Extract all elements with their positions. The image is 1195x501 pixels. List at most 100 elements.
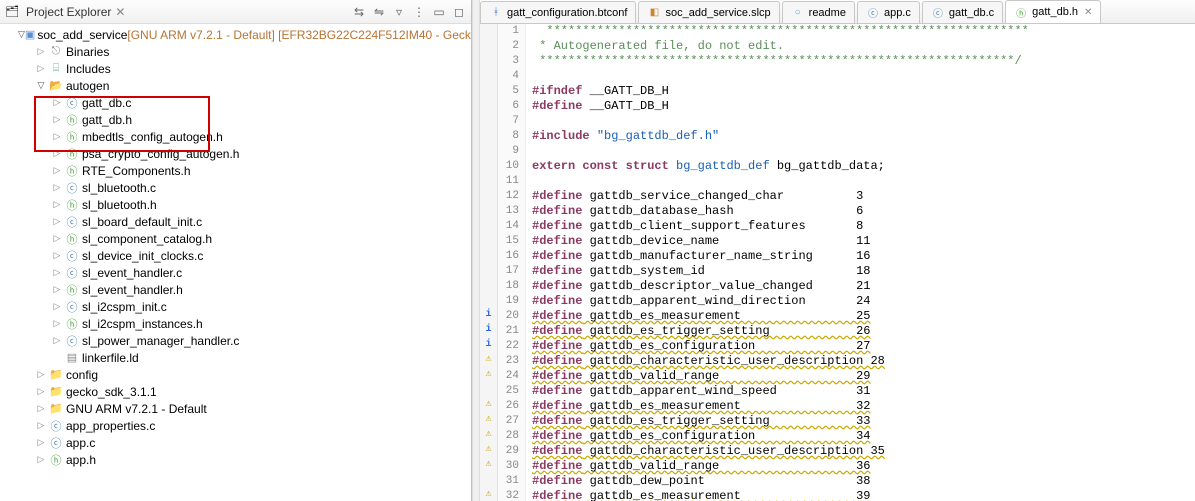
code-line[interactable]: #define gattdb_dew_point 38 — [532, 474, 1195, 489]
expand-arrow-icon[interactable] — [50, 164, 64, 178]
expand-arrow-icon[interactable] — [50, 215, 64, 229]
editor-area[interactable]: iii⚠⚠⚠⚠⚠⚠⚠⚠ 1234567891011121314151617181… — [480, 24, 1195, 501]
code-line[interactable]: extern const struct bg_gattdb_def bg_gat… — [532, 159, 1195, 174]
code-line[interactable]: #define __GATT_DB_H — [532, 99, 1195, 114]
code-line[interactable]: #define gattdb_es_measurement 25 — [532, 309, 1195, 324]
expand-arrow-icon[interactable] — [34, 453, 48, 467]
expand-arrow-icon[interactable] — [50, 113, 64, 127]
link-editor-icon[interactable]: ⇋ — [371, 5, 387, 19]
tree-item[interactable]: 📁GNU ARM v7.2.1 - Default — [0, 400, 471, 417]
tree-item[interactable]: ⓒsl_board_default_init.c — [0, 213, 471, 230]
tree-item[interactable]: 📁config — [0, 366, 471, 383]
code-line[interactable]: #define gattdb_system_id 18 — [532, 264, 1195, 279]
code-line[interactable]: #define gattdb_valid_range 36 — [532, 459, 1195, 474]
tree-item[interactable]: ⓒsl_power_manager_handler.c — [0, 332, 471, 349]
maximize-icon[interactable]: ◻ — [451, 5, 467, 19]
project-tree[interactable]: ▣soc_add_service [GNU ARM v7.2.1 - Defau… — [0, 24, 471, 501]
expand-arrow-icon[interactable] — [34, 45, 48, 59]
editor-tab[interactable]: ⓒgatt_db.c — [922, 1, 1003, 23]
code-line[interactable]: * Autogenerated file, do not edit. — [532, 39, 1195, 54]
expand-arrow-icon[interactable] — [50, 181, 64, 195]
tree-item[interactable]: ⎋Binaries — [0, 43, 471, 60]
expand-arrow-icon[interactable] — [50, 130, 64, 144]
code-line[interactable]: #define gattdb_service_changed_char 3 — [532, 189, 1195, 204]
editor-tab[interactable]: ᚼgatt_configuration.btconf — [480, 1, 636, 23]
code-line[interactable]: #define gattdb_es_measurement 39 — [532, 489, 1195, 501]
tree-item[interactable]: ⓗsl_event_handler.h — [0, 281, 471, 298]
tree-item[interactable]: ▤linkerfile.ld — [0, 349, 471, 366]
editor-tab[interactable]: ○readme — [782, 1, 855, 23]
code-line[interactable]: #define gattdb_es_configuration 34 — [532, 429, 1195, 444]
tree-item[interactable]: ⓗRTE_Components.h — [0, 162, 471, 179]
expand-arrow-icon[interactable] — [50, 300, 64, 314]
code-line[interactable]: #define gattdb_characteristic_user_descr… — [532, 354, 1195, 369]
code-line[interactable]: #define gattdb_es_trigger_setting 26 — [532, 324, 1195, 339]
tree-item[interactable]: 📂autogen — [0, 77, 471, 94]
expand-arrow-icon[interactable] — [50, 198, 64, 212]
code-line[interactable]: #include "bg_gattdb_def.h" — [532, 129, 1195, 144]
collapse-all-icon[interactable]: ⇆ — [351, 5, 367, 19]
expand-arrow-icon[interactable] — [34, 436, 48, 450]
code-line[interactable]: #define gattdb_apparent_wind_speed 31 — [532, 384, 1195, 399]
expand-arrow-icon[interactable] — [50, 283, 64, 297]
tree-item[interactable]: ⓗapp.h — [0, 451, 471, 468]
tree-item[interactable]: ⓒsl_event_handler.c — [0, 264, 471, 281]
view-menu-icon[interactable]: ⋮ — [411, 5, 427, 19]
expand-arrow-icon[interactable] — [34, 79, 48, 93]
close-view-icon[interactable]: ✕ — [115, 5, 125, 19]
tree-item[interactable]: ⓗsl_bluetooth.h — [0, 196, 471, 213]
code-line[interactable]: #define gattdb_device_name 11 — [532, 234, 1195, 249]
expand-arrow-icon[interactable] — [50, 266, 64, 280]
minimize-icon[interactable]: ▭ — [431, 5, 447, 19]
code-line[interactable] — [532, 144, 1195, 159]
tree-item[interactable]: ⓒsl_i2cspm_init.c — [0, 298, 471, 315]
tree-item[interactable]: ⓗgatt_db.h — [0, 111, 471, 128]
code-line[interactable]: #define gattdb_es_measurement 32 — [532, 399, 1195, 414]
expand-arrow-icon[interactable] — [18, 28, 25, 42]
panel-splitter[interactable] — [472, 0, 480, 501]
code-line[interactable]: #define gattdb_valid_range 29 — [532, 369, 1195, 384]
expand-arrow-icon[interactable] — [34, 402, 48, 416]
tree-item[interactable]: ⓗpsa_crypto_config_autogen.h — [0, 145, 471, 162]
editor-tab[interactable]: ⓒapp.c — [857, 1, 920, 23]
tree-item[interactable]: ⓒapp_properties.c — [0, 417, 471, 434]
editor-code[interactable]: ****************************************… — [526, 24, 1195, 501]
tree-item[interactable]: ⓗmbedtls_config_autogen.h — [0, 128, 471, 145]
code-line[interactable]: #define gattdb_manufacturer_name_string … — [532, 249, 1195, 264]
code-line[interactable] — [532, 174, 1195, 189]
code-line[interactable]: #define gattdb_es_trigger_setting 33 — [532, 414, 1195, 429]
expand-arrow-icon[interactable] — [50, 317, 64, 331]
tree-item[interactable]: ▣soc_add_service [GNU ARM v7.2.1 - Defau… — [0, 26, 471, 43]
tree-item[interactable]: ⓗsl_i2cspm_instances.h — [0, 315, 471, 332]
tree-item[interactable]: 📁gecko_sdk_3.1.1 — [0, 383, 471, 400]
tree-item[interactable]: ⓗsl_component_catalog.h — [0, 230, 471, 247]
expand-arrow-icon[interactable] — [50, 147, 64, 161]
tree-item[interactable]: ⓒsl_device_init_clocks.c — [0, 247, 471, 264]
tree-item[interactable]: ⓒgatt_db.c — [0, 94, 471, 111]
code-line[interactable]: #define gattdb_client_support_features 8 — [532, 219, 1195, 234]
tree-item[interactable]: ⌸Includes — [0, 60, 471, 77]
code-line[interactable] — [532, 69, 1195, 84]
editor-tab[interactable]: ◧soc_add_service.slcp — [638, 1, 779, 23]
code-line[interactable]: #define gattdb_apparent_wind_direction 2… — [532, 294, 1195, 309]
expand-arrow-icon[interactable] — [34, 385, 48, 399]
code-line[interactable]: ****************************************… — [532, 54, 1195, 69]
code-line[interactable]: #define gattdb_characteristic_user_descr… — [532, 444, 1195, 459]
expand-arrow-icon[interactable] — [50, 96, 64, 110]
expand-arrow-icon[interactable] — [50, 334, 64, 348]
editor-tab[interactable]: ⓗgatt_db.h✕ — [1005, 0, 1101, 23]
expand-arrow-icon[interactable] — [34, 368, 48, 382]
code-line[interactable]: ****************************************… — [532, 24, 1195, 39]
expand-arrow-icon[interactable] — [34, 419, 48, 433]
tree-item[interactable]: ⓒapp.c — [0, 434, 471, 451]
code-line[interactable] — [532, 114, 1195, 129]
code-line[interactable]: #define gattdb_es_configuration 27 — [532, 339, 1195, 354]
expand-arrow-icon[interactable] — [50, 232, 64, 246]
tree-item[interactable]: ⓒsl_bluetooth.c — [0, 179, 471, 196]
close-icon[interactable]: ✕ — [1084, 7, 1092, 18]
code-line[interactable]: #define gattdb_descriptor_value_changed … — [532, 279, 1195, 294]
code-line[interactable]: #define gattdb_database_hash 6 — [532, 204, 1195, 219]
expand-arrow-icon[interactable] — [34, 62, 48, 76]
code-line[interactable]: #ifndef __GATT_DB_H — [532, 84, 1195, 99]
filter-icon[interactable]: ▿ — [391, 5, 407, 19]
